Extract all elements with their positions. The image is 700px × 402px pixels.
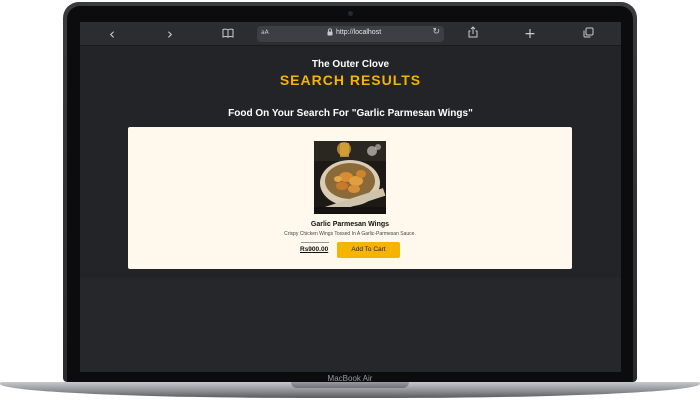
camera-icon — [348, 11, 353, 16]
search-result-card: Garlic Parmesan Wings Crispy Chicken Win… — [128, 127, 572, 269]
url-text[interactable]: http://localhost — [336, 29, 381, 36]
page-title: SEARCH RESULTS — [279, 72, 422, 88]
brand-name: The Outer Clove — [311, 59, 390, 70]
food-price: Rs900.00 — [300, 246, 329, 253]
model-label: MacBook Air — [327, 374, 373, 383]
new-tab-icon[interactable]: + — [524, 26, 536, 42]
browser-screen: ‹ › aA http://localhost ↻ + The Outer Cl… — [80, 22, 621, 372]
lock-icon — [327, 28, 333, 38]
food-name: Garlic Parmesan Wings — [310, 221, 390, 228]
address-bar[interactable]: aA http://localhost ↻ — [257, 26, 444, 42]
share-icon[interactable] — [467, 26, 479, 42]
forward-icon[interactable]: › — [164, 26, 176, 42]
text-size-button[interactable]: aA — [261, 29, 269, 36]
footer-area — [80, 278, 621, 372]
back-icon[interactable]: ‹ — [106, 26, 118, 42]
food-description: Crispy Chicken Wings Tossed In A Garlic-… — [284, 231, 416, 237]
add-to-cart-button[interactable]: Add To Cart — [337, 242, 400, 258]
price-divider — [301, 242, 329, 243]
search-subtitle: Food On Your Search For "Garlic Parmesan… — [228, 108, 473, 119]
browser-toolbar: ‹ › aA http://localhost ↻ + — [80, 22, 621, 46]
food-image — [314, 141, 386, 214]
book-icon[interactable] — [221, 26, 235, 42]
tabs-icon[interactable] — [582, 26, 594, 42]
reload-icon[interactable]: ↻ — [432, 27, 440, 37]
